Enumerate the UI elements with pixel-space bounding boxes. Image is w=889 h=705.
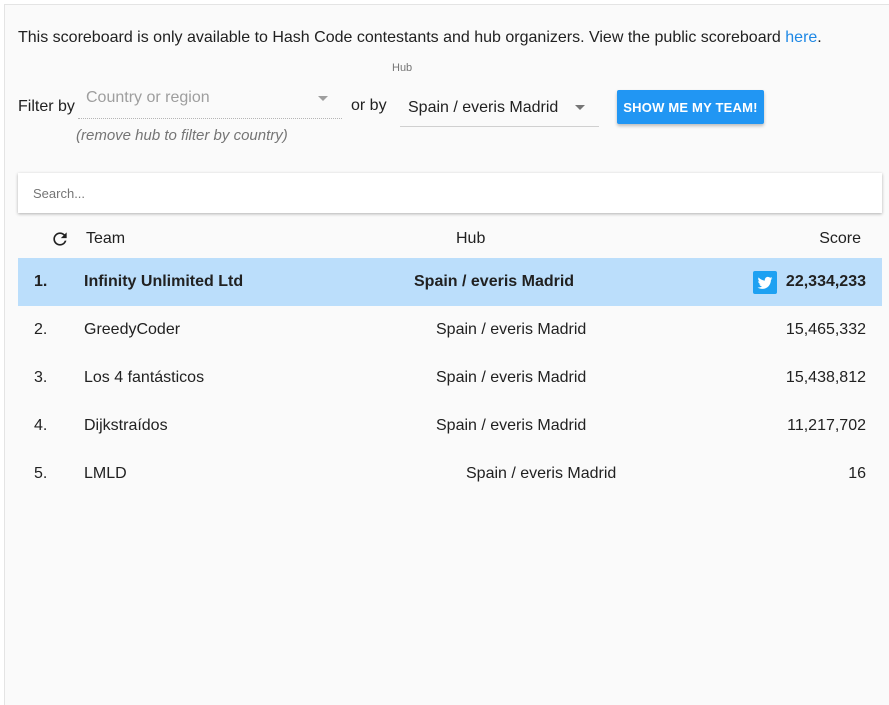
- row-score: 15,465,332: [785, 321, 866, 338]
- hub-field-label: Hub: [392, 62, 413, 74]
- access-notice: This scoreboard is only available to Has…: [18, 29, 822, 47]
- row-score: 16: [848, 465, 866, 482]
- chevron-down-icon: [318, 96, 328, 101]
- row-rank: 5.: [34, 465, 48, 482]
- row-hub: Spain / everis Madrid: [436, 369, 587, 386]
- row-team: Infinity Unlimited Ltd: [84, 273, 244, 290]
- country-placeholder: Country or region: [86, 89, 210, 106]
- scoreboard-panel: This scoreboard is only available to Has…: [4, 4, 889, 705]
- row-team: LMLD: [84, 465, 127, 482]
- row-score: 15,438,812: [785, 369, 866, 386]
- country-select[interactable]: Country or region: [78, 85, 342, 119]
- row-hub: Spain / everis Madrid: [436, 417, 587, 434]
- table-row[interactable]: 4. Dijkstraídos Spain / everis Madrid 11…: [18, 402, 882, 450]
- column-header-hub: Hub: [456, 230, 486, 247]
- refresh-icon[interactable]: [50, 229, 70, 249]
- twitter-icon[interactable]: [753, 271, 777, 294]
- row-score: 22,334,233: [785, 273, 866, 290]
- row-rank: 2.: [34, 321, 48, 338]
- hub-select[interactable]: Spain / everis Madrid: [400, 89, 599, 127]
- column-header-score: Score: [819, 230, 861, 247]
- row-score: 11,217,702: [787, 417, 866, 434]
- table-row[interactable]: 3. Los 4 fantásticos Spain / everis Madr…: [18, 354, 882, 402]
- row-team: Dijkstraídos: [84, 417, 168, 434]
- show-my-team-button[interactable]: SHOW ME MY TEAM!: [617, 90, 764, 124]
- filter-label: Filter by: [18, 98, 75, 115]
- hub-select-value: Spain / everis Madrid: [408, 99, 559, 116]
- chevron-down-icon: [575, 105, 585, 110]
- column-header-team: Team: [86, 230, 126, 247]
- row-team: Los 4 fantásticos: [84, 369, 205, 386]
- table-row[interactable]: 2. GreedyCoder Spain / everis Madrid 15,…: [18, 306, 882, 354]
- public-scoreboard-link[interactable]: here: [785, 29, 817, 46]
- notice-text: This scoreboard is only available to Has…: [18, 29, 786, 46]
- row-hub: Spain / everis Madrid: [414, 273, 575, 290]
- notice-period: .: [817, 29, 822, 46]
- search-input[interactable]: [18, 173, 882, 213]
- row-rank: 4.: [34, 417, 48, 434]
- country-hint: (remove hub to filter by country): [76, 127, 288, 144]
- row-rank: 3.: [34, 369, 48, 386]
- row-hub: Spain / everis Madrid: [466, 465, 617, 482]
- or-by-label: or by: [351, 97, 387, 114]
- table-row[interactable]: 1. Infinity Unlimited Ltd Spain / everis…: [18, 258, 882, 306]
- row-rank: 1.: [34, 273, 48, 290]
- table-row[interactable]: 5. LMLD Spain / everis Madrid 16: [18, 450, 882, 498]
- row-team: GreedyCoder: [84, 321, 181, 338]
- row-hub: Spain / everis Madrid: [436, 321, 587, 338]
